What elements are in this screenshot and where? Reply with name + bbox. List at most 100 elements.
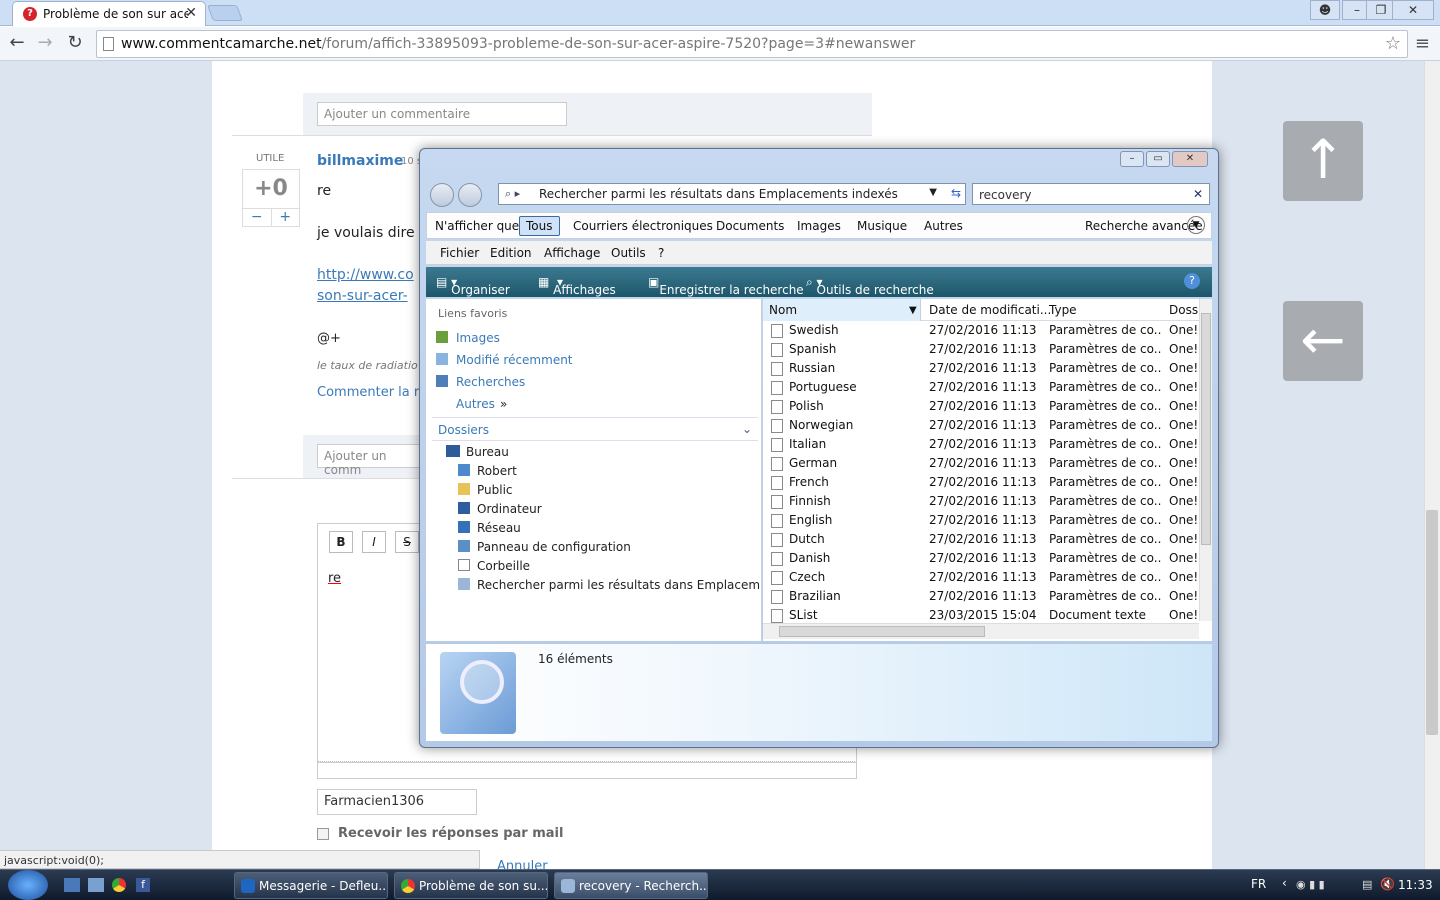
menu-file[interactable]: Fichier [440,246,479,260]
comment-input[interactable]: Ajouter un comm [317,444,427,477]
list-hscroll-thumb[interactable] [779,626,985,637]
reload-icon[interactable]: ↻ [64,33,86,55]
address-bar[interactable]: www.commentcamarche.net/forum/affich-338… [96,30,1408,58]
file-row[interactable]: Brazilian 27/02/2016 11:13 Paramètres de c… [763,587,1198,606]
tree-recycle-bin[interactable]: Corbeille [477,559,530,573]
favorite-others[interactable]: Autres [456,397,495,411]
file-row[interactable]: Polish 27/02/2016 11:13 Paramètres de co..… [763,397,1198,416]
tray-icons[interactable]: ◉ ▮ ▮ [1296,878,1356,892]
volume-muted-icon[interactable]: 🔇 [1380,877,1395,891]
chevron-down-icon[interactable]: ▼ [1187,216,1205,234]
search-tools-button[interactable]: ⌕ Outils de recherche ▾ [806,275,934,297]
strike-button[interactable]: S [395,531,419,553]
chevron-down-icon[interactable]: ⌄ [742,422,752,436]
author-link[interactable]: billmaxime [317,153,403,169]
folders-header[interactable]: Dossiers ⌄ [432,417,758,441]
menu-view[interactable]: Affichage [544,246,600,260]
reply-link[interactable]: Commenter la ré [317,385,427,400]
file-row[interactable]: Danish 27/02/2016 11:13 Paramètres de co..… [763,549,1198,568]
favorite-searches[interactable]: Recherches [456,375,525,389]
tray-chevron-icon[interactable]: ‹ [1282,876,1287,890]
help-icon[interactable]: ? [1184,273,1200,289]
scroll-top-arrow-icon[interactable]: ↑ [1283,121,1363,201]
vote-up-button[interactable]: + [272,209,300,226]
tree-public[interactable]: Public [477,483,513,497]
bookmark-star-icon[interactable]: ☆ [1385,33,1401,54]
post-link[interactable]: son-sur-acer- [317,288,408,304]
language-indicator[interactable]: FR [1251,877,1266,891]
advanced-search-link[interactable]: Recherche avancée [1085,219,1203,233]
sort-dropdown-icon[interactable]: ▼ [909,305,917,316]
file-row[interactable]: Portuguese 27/02/2016 11:13 Paramètres de … [763,378,1198,397]
italic-button[interactable]: I [362,531,386,553]
filter-all[interactable]: Tous [519,216,560,236]
tree-desktop[interactable]: Bureau [466,445,509,459]
list-vscrollbar[interactable] [1199,299,1212,621]
tree-computer[interactable]: Ordinateur [477,502,542,516]
col-date[interactable]: Date de modificati... [929,303,1051,317]
filter-images[interactable]: Images [797,219,841,233]
new-tab-button[interactable] [207,5,243,21]
favorite-recent[interactable]: Modifié récemment [456,353,573,367]
save-search-button[interactable]: ▣ Enregistrer la recherche [648,275,804,297]
col-name[interactable]: Nom [769,303,797,317]
menu-tools[interactable]: Outils [611,246,646,260]
address-dropdown-icon[interactable]: ▼ [929,187,937,198]
chrome-icon[interactable] [112,878,126,892]
explorer-icon[interactable] [88,878,104,892]
file-row[interactable]: Russian 27/02/2016 11:13 Paramètres de co.… [763,359,1198,378]
network-tray-icon[interactable]: ▤ [1362,878,1372,891]
close-tab-icon[interactable]: ✕ [185,5,197,21]
notify-checkbox[interactable] [317,828,329,840]
favorite-images[interactable]: Images [456,331,500,345]
file-row[interactable]: Finnish 27/02/2016 11:13 Paramètres de co.… [763,492,1198,511]
file-row[interactable]: Czech 27/02/2016 11:13 Paramètres de co...… [763,568,1198,587]
show-desktop-icon[interactable] [64,878,80,892]
file-row[interactable]: Spanish 27/02/2016 11:13 Paramètres de co.… [763,340,1198,359]
explorer-address-bar[interactable]: ⌕ ▸ Rechercher parmi les résultats dans … [498,183,966,205]
file-row[interactable]: German 27/02/2016 11:13 Paramètres de co..… [763,454,1198,473]
profile-icon[interactable]: ☻ [1310,0,1340,20]
bold-button[interactable]: B [329,531,353,553]
facebook-icon[interactable]: f [136,878,150,892]
file-row[interactable]: English 27/02/2016 11:13 Paramètres de co.… [763,511,1198,530]
filter-music[interactable]: Musique [857,219,907,233]
menu-help[interactable]: ? [658,246,664,260]
explorer-search-input[interactable]: recovery ✕ [972,183,1210,205]
cancel-link[interactable]: Annuler [497,859,548,869]
close-window-button[interactable]: ✕ [1392,0,1434,20]
filter-documents[interactable]: Documents [716,219,784,233]
views-button[interactable]: ▦ Affichages ▾ [538,275,616,297]
menu-edit[interactable]: Edition [490,246,532,260]
list-vscroll-thumb[interactable] [1201,313,1211,545]
filter-email[interactable]: Courriers électroniques [573,219,713,233]
col-folder[interactable]: Doss [1169,303,1198,317]
list-hscrollbar[interactable] [763,623,1199,639]
tree-search-results[interactable]: Rechercher parmi les résultats dans Empl… [477,578,760,592]
page-scrollbar-thumb[interactable] [1426,510,1438,735]
filter-other[interactable]: Autres [924,219,963,233]
task-search[interactable]: recovery - Recherch... [554,872,708,899]
task-chrome[interactable]: Problème de son su... [394,872,548,899]
back-arrow-big-icon[interactable]: ← [1283,301,1363,381]
file-row[interactable]: Dutch 27/02/2016 11:13 Paramètres de co...… [763,530,1198,549]
task-mail[interactable]: Messagerie - Defleu... [234,872,388,899]
file-row[interactable]: Swedish 27/02/2016 11:13 Paramètres de co.… [763,321,1198,340]
page-scrollbar[interactable] [1424,61,1440,869]
clock[interactable]: 11:33 [1398,878,1433,892]
tree-robert[interactable]: Robert [477,464,517,478]
editor-resize[interactable] [317,761,857,779]
file-row[interactable]: French 27/02/2016 11:13 Paramètres de co..… [763,473,1198,492]
explorer-forward-button[interactable] [458,183,482,207]
post-link[interactable]: http://www.co [317,267,414,283]
tree-network[interactable]: Réseau [477,521,521,535]
clear-search-icon[interactable]: ✕ [1193,187,1203,201]
back-arrow-icon[interactable]: ← [6,33,28,55]
win-close-button[interactable]: ✕ [1172,151,1208,167]
browser-tab[interactable]: ? Problème de son sur acer ✕ [12,1,206,26]
tree-control-panel[interactable]: Panneau de configuration [477,540,631,554]
file-row[interactable]: Italian 27/02/2016 11:13 Paramètres de co.… [763,435,1198,454]
chrome-menu-icon[interactable]: ≡ [1415,33,1430,54]
refresh-icon[interactable]: ⇆ [951,186,961,200]
col-type[interactable]: Type [1049,303,1077,317]
